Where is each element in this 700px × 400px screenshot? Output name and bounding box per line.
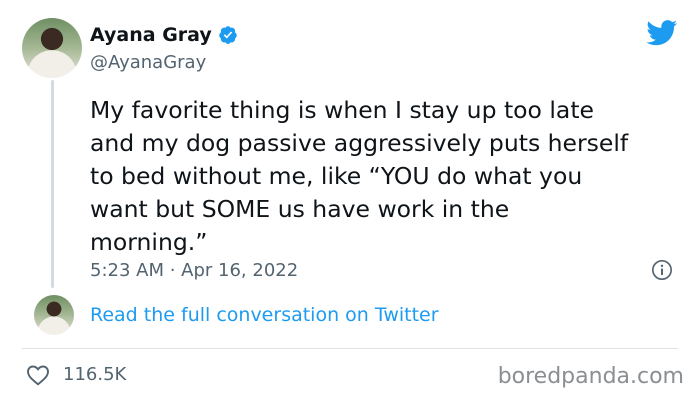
- tweet-line: morning.”: [90, 228, 208, 256]
- twitter-bird-icon[interactable]: [646, 20, 678, 46]
- tweet-line: want but SOME us have work in the: [90, 195, 510, 223]
- tweet-line: My favorite thing is when I stay up too …: [90, 96, 594, 124]
- like-count: 116.5K: [63, 364, 127, 385]
- heart-icon[interactable]: [26, 364, 50, 386]
- author-name[interactable]: Ayana Gray: [90, 24, 212, 46]
- info-icon[interactable]: [651, 259, 673, 281]
- tweet-text: My favorite thing is when I stay up too …: [90, 94, 680, 259]
- divider: [22, 348, 678, 349]
- author-name-row[interactable]: Ayana Gray: [90, 24, 238, 46]
- read-conversation-link[interactable]: Read the full conversation on Twitter: [90, 304, 439, 326]
- verified-badge-icon: [219, 26, 237, 44]
- tweet-line: and my dog passive aggressively puts her…: [90, 129, 629, 157]
- conversation-avatar[interactable]: [34, 295, 74, 335]
- site-watermark: boredpanda.com: [497, 364, 684, 389]
- thread-line: [51, 80, 54, 288]
- author-avatar[interactable]: [22, 18, 82, 78]
- tweet-line: to bed without me, like “YOU do what you: [90, 162, 583, 190]
- author-handle[interactable]: @AyanaGray: [90, 52, 206, 73]
- tweet-timestamp[interactable]: 5:23 AM · Apr 16, 2022: [90, 260, 298, 281]
